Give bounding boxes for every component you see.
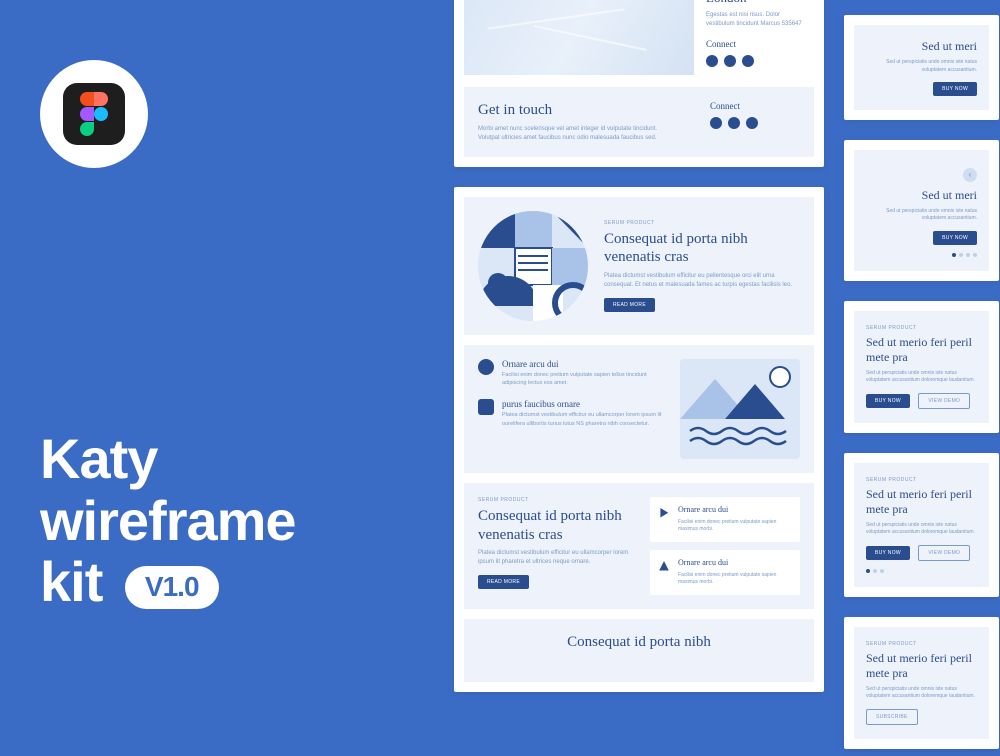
r3-body: Sed ut perspiciatis unde omnis iste natu…	[866, 370, 977, 385]
chat-icon	[478, 359, 494, 375]
read-more-button[interactable]: READ MORE	[604, 298, 655, 312]
triangle-up-icon	[658, 560, 670, 572]
promo-title: Katy wireframe kit V1.0	[40, 428, 410, 613]
title-line: Katy	[40, 427, 157, 490]
product-b-body: Platea dictumst vestibulum efficitur eu …	[478, 549, 634, 567]
product-a-title: Consequat id porta nibh venenatis cras	[604, 230, 800, 268]
r5-body: Sed ut perspiciatis unde omnis iste natu…	[866, 686, 977, 701]
subscribe-button[interactable]: SUBSCRIBE	[866, 709, 918, 725]
dot-icon[interactable]	[866, 569, 870, 573]
version-pill: V1.0	[125, 566, 219, 609]
social-icons	[706, 55, 802, 67]
product-b-title: Consequat id porta nibh venenatis cras	[478, 507, 634, 545]
carousel-prev-icon[interactable]: ‹	[963, 168, 977, 182]
r2-title: Sed ut meri	[866, 188, 977, 203]
r3-title: Sed ut merio feri peril mete pra	[866, 335, 977, 365]
connect-label: Connect	[710, 101, 800, 111]
card-body: Facilisi enim donec pretium vulputate sa…	[678, 519, 792, 534]
r3-eyebrow: SERUM PRODUCT	[866, 325, 977, 331]
r5-title: Sed ut merio feri peril mete pra	[866, 651, 977, 681]
feature-item: Ornare arcu dui Facilisi enim donec pret…	[478, 359, 664, 388]
buy-now-button[interactable]: BUY NOW	[933, 231, 977, 245]
twitter-icon[interactable]	[746, 117, 758, 129]
product-a-block: SERUM PRODUCT Consequat id porta nibh ve…	[464, 197, 814, 335]
buy-now-button[interactable]: BUY NOW	[933, 82, 977, 96]
geometric-square-art	[680, 359, 800, 459]
dot-icon[interactable]	[873, 569, 877, 573]
view-demo-button[interactable]: VIEW DEMO	[918, 545, 970, 561]
product-c-title: Consequat id porta nibh	[478, 633, 800, 652]
panel-r1: Sed ut meri Sed ut perspiciatis unde omn…	[844, 15, 999, 120]
card-title: Ornare arcu dui	[678, 558, 792, 567]
get-in-touch-title: Get in touch	[478, 101, 694, 120]
r2-body: Sed ut perspiciatis unde omnis iste natu…	[866, 208, 977, 223]
product-a-eyebrow: SERUM PRODUCT	[604, 220, 800, 226]
feature-title: Ornare arcu dui	[502, 359, 664, 369]
r1-title: Sed ut meri	[866, 39, 977, 54]
view-demo-button[interactable]: VIEW DEMO	[918, 393, 970, 409]
buy-now-button[interactable]: BUY NOW	[866, 546, 910, 560]
r1-body: Sed ut perspiciatis unde omnis iste natu…	[866, 59, 977, 74]
r4-title: Sed ut merio feri peril mete pra	[866, 487, 977, 517]
map-placeholder	[464, 0, 694, 75]
panel-r2: ‹ Sed ut meri Sed ut perspiciatis unde o…	[844, 140, 999, 281]
panel-contact-map: London Egestas est nisi risus. Dolor ves…	[454, 0, 824, 167]
title-line: wireframe	[40, 489, 296, 552]
title-line: kit	[40, 550, 102, 613]
promo-panel: Katy wireframe kit V1.0	[40, 60, 410, 613]
linkedin-icon[interactable]	[728, 117, 740, 129]
mini-card: Ornare arcu dui Facilisi enim donec pret…	[650, 550, 800, 595]
twitter-icon[interactable]	[742, 55, 754, 67]
get-in-touch-body: Morbi amet nunc scelerisque vel amet int…	[478, 125, 658, 143]
figma-icon	[63, 83, 125, 145]
card-body: Facilisi enim donec pretium vulputate sa…	[678, 572, 792, 587]
carousel-dots	[866, 569, 977, 573]
card-title: Ornare arcu dui	[678, 505, 792, 514]
features-block: Ornare arcu dui Facilisi enim donec pret…	[464, 345, 814, 473]
panel-r5: SERUM PRODUCT Sed ut merio feri peril me…	[844, 617, 999, 749]
column-a: London Egestas est nisi risus. Dolor ves…	[454, 0, 824, 692]
figma-badge	[40, 60, 148, 168]
buy-now-button[interactable]: BUY NOW	[866, 394, 910, 408]
document-icon	[478, 399, 494, 415]
dot-icon[interactable]	[959, 253, 963, 257]
mini-card: Ornare arcu dui Facilisi enim donec pret…	[650, 497, 800, 542]
r5-eyebrow: SERUM PRODUCT	[866, 641, 977, 647]
feature-title: purus faucibus ornare	[502, 399, 664, 409]
dot-icon[interactable]	[880, 569, 884, 573]
contact-city: London	[706, 0, 802, 6]
r4-body: Sed ut perspiciatis unde omnis iste natu…	[866, 522, 977, 537]
dot-icon[interactable]	[973, 253, 977, 257]
facebook-icon[interactable]	[706, 55, 718, 67]
product-b-eyebrow: SERUM PRODUCT	[478, 497, 634, 503]
get-in-touch: Get in touch Morbi amet nunc scelerisque…	[464, 87, 814, 157]
linkedin-icon[interactable]	[724, 55, 736, 67]
panel-products: SERUM PRODUCT Consequat id porta nibh ve…	[454, 187, 824, 692]
geometric-circle-art	[478, 211, 588, 321]
product-b-block: SERUM PRODUCT Consequat id porta nibh ve…	[464, 483, 814, 609]
column-b: Sed ut meri Sed ut perspiciatis unde omn…	[844, 0, 999, 749]
play-icon	[658, 507, 670, 519]
read-more-button[interactable]: READ MORE	[478, 575, 529, 589]
panel-r3: SERUM PRODUCT Sed ut merio feri peril me…	[844, 301, 999, 433]
carousel-dots	[866, 253, 977, 257]
dot-icon[interactable]	[966, 253, 970, 257]
feature-item: purus faucibus ornare Platea dictumst ve…	[478, 399, 664, 428]
panel-r4: SERUM PRODUCT Sed ut merio feri peril me…	[844, 453, 999, 597]
dot-icon[interactable]	[952, 253, 956, 257]
social-icons	[710, 117, 800, 129]
product-c-block: Consequat id porta nibh	[464, 619, 814, 682]
r4-eyebrow: SERUM PRODUCT	[866, 477, 977, 483]
contact-address: Egestas est nisi risus. Dolor vestibulum…	[706, 11, 802, 29]
feature-body: Facilisi enim donec pretium vulputate sa…	[502, 371, 664, 388]
feature-body: Platea dictumst vestibulum efficitur eu …	[502, 411, 664, 428]
connect-label: Connect	[706, 39, 802, 49]
facebook-icon[interactable]	[710, 117, 722, 129]
product-a-body: Platea dictumst vestibulum efficitur eu …	[604, 272, 800, 290]
